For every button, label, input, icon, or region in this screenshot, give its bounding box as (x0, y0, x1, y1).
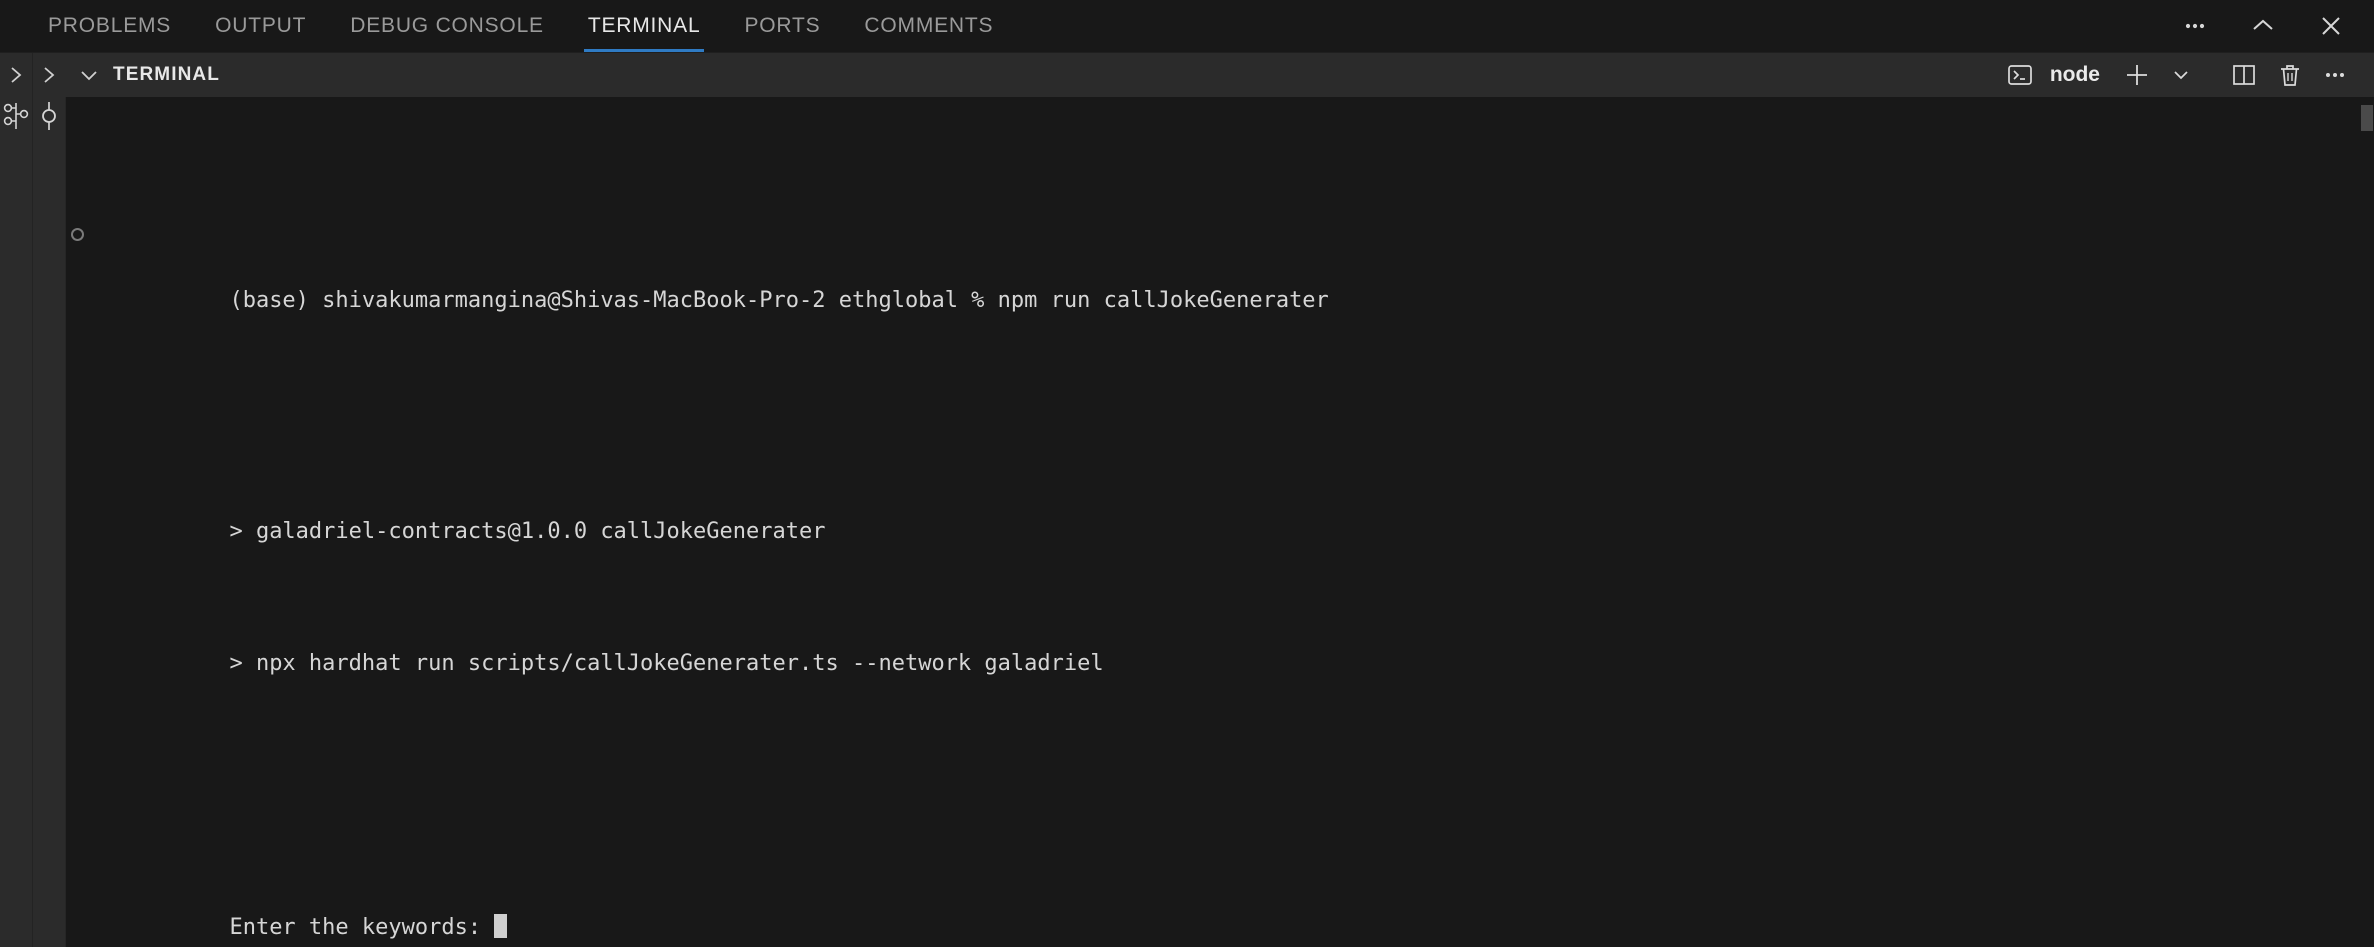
panel-header-actions (2178, 0, 2374, 52)
source-control-graph-icon[interactable] (3, 101, 29, 131)
tab-label: DEBUG CONSOLE (350, 14, 544, 37)
terminal-input-line[interactable]: Enter the keywords: (65, 878, 2374, 940)
ellipsis-icon[interactable] (2178, 9, 2212, 43)
terminal-column: TERMINAL node (base) shivakumarmangina@S… (65, 53, 2374, 947)
tab-label: PROBLEMS (48, 14, 172, 37)
terminal-viewport[interactable]: (base) shivakumarmangina@Shivas-MacBook-… (65, 97, 2374, 947)
ellipsis-icon[interactable] (2316, 58, 2354, 92)
terminal-toolbar-left: TERMINAL (65, 63, 220, 87)
chevron-down-icon[interactable] (2164, 60, 2198, 90)
tab-ports[interactable]: PORTS (722, 0, 842, 52)
terminal-line-text: > galadriel-contracts@1.0.0 callJokeGene… (229, 519, 826, 544)
trash-icon[interactable] (2270, 57, 2310, 93)
tab-label: OUTPUT (215, 14, 307, 37)
tab-label: PORTS (744, 14, 821, 37)
terminal-shell-name[interactable]: node (2046, 63, 2110, 87)
panel-header: PROBLEMS OUTPUT DEBUG CONSOLE TERMINAL P… (0, 0, 2374, 53)
plus-icon[interactable] (2116, 56, 2158, 94)
tab-output[interactable]: OUTPUT (193, 0, 328, 52)
tab-problems[interactable]: PROBLEMS (26, 0, 193, 52)
terminal-prompt-text: Enter the keywords: (229, 915, 495, 940)
terminal-scrollbar-thumb[interactable] (2361, 105, 2373, 131)
split-editor-icon[interactable] (2224, 57, 2264, 93)
tab-comments[interactable]: COMMENTS (842, 0, 1015, 52)
command-decoration-icon (71, 228, 84, 241)
chevron-down-icon[interactable] (77, 63, 101, 87)
chevron-right-icon[interactable] (38, 53, 60, 97)
chevron-up-icon[interactable] (2246, 9, 2280, 43)
terminal-toolbar: TERMINAL node (65, 53, 2374, 97)
chevron-right-icon[interactable] (5, 53, 27, 97)
terminal-panel-title: TERMINAL (113, 64, 220, 85)
terminal-line: > npx hardhat run scripts/callJokeGenera… (65, 614, 2374, 676)
close-icon[interactable] (2314, 9, 2348, 43)
panel-body: TERMINAL node (base) shivakumarmangina@S… (0, 53, 2374, 947)
terminal-cursor (494, 914, 508, 938)
terminal-line-text: (base) shivakumarmangina@Shivas-MacBook-… (229, 288, 1329, 313)
tab-terminal[interactable]: TERMINAL (566, 0, 723, 52)
terminal-output: (base) shivakumarmangina@Shivas-MacBook-… (65, 97, 2374, 947)
terminal-prompt-icon[interactable] (2000, 57, 2040, 93)
side-gutter-2 (32, 53, 65, 947)
terminal-line: (base) shivakumarmangina@Shivas-MacBook-… (65, 218, 2374, 313)
terminal-line: > galadriel-contracts@1.0.0 callJokeGene… (65, 482, 2374, 544)
git-commit-icon[interactable] (36, 101, 62, 131)
terminal-toolbar-right: node (2000, 56, 2374, 94)
side-gutter-1 (0, 53, 32, 947)
terminal-scrollbar[interactable] (2360, 97, 2374, 947)
panel-tab-bar: PROBLEMS OUTPUT DEBUG CONSOLE TERMINAL P… (0, 0, 1015, 52)
tab-label: TERMINAL (587, 14, 701, 37)
terminal-line-text: > npx hardhat run scripts/callJokeGenera… (229, 651, 1104, 676)
tab-label: COMMENTS (864, 14, 994, 37)
tab-debug-console[interactable]: DEBUG CONSOLE (328, 0, 566, 52)
